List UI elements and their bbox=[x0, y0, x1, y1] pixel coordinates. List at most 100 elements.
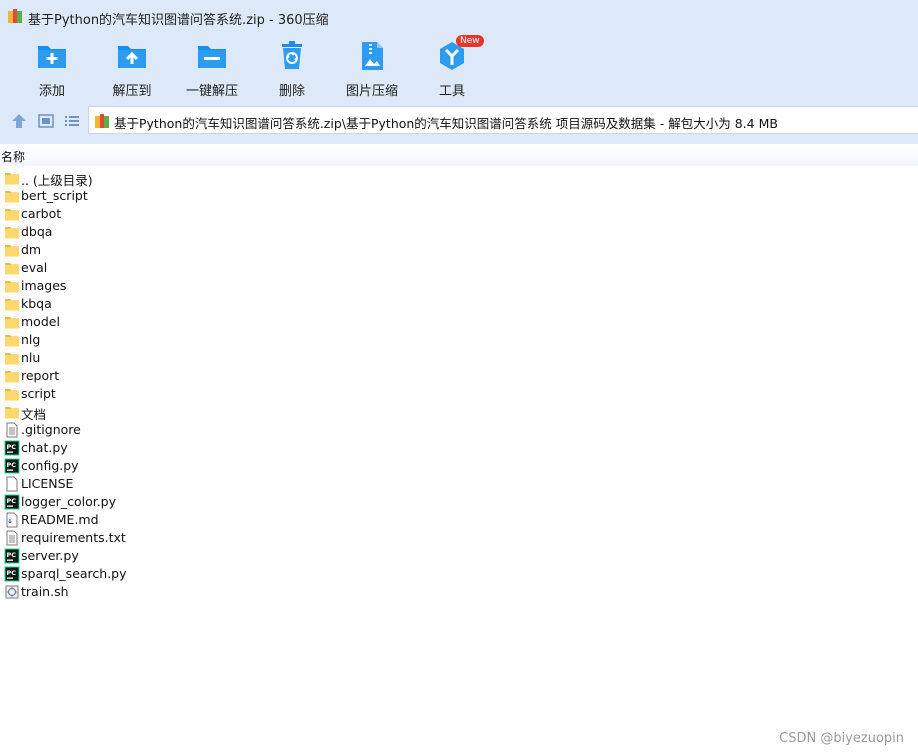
file-name: kbqa bbox=[21, 296, 52, 311]
list-item[interactable]: dm bbox=[0, 241, 918, 259]
list-item[interactable]: .gitignore bbox=[0, 421, 918, 439]
file-name: bert_script bbox=[21, 188, 88, 203]
list-item[interactable]: report bbox=[0, 367, 918, 385]
toolbar: 添加 解压到 一键解压 删除 图片压缩 New 工具 bbox=[0, 34, 918, 100]
up-arrow-icon[interactable] bbox=[10, 112, 28, 130]
list-item[interactable]: PC logger_color.py bbox=[0, 493, 918, 511]
list-item[interactable]: kbqa bbox=[0, 295, 918, 313]
file-name: dbqa bbox=[21, 224, 53, 239]
list-item[interactable]: README.md bbox=[0, 511, 918, 529]
list-item[interactable]: eval bbox=[0, 259, 918, 277]
list-item[interactable]: images bbox=[0, 277, 918, 295]
list-item[interactable]: script bbox=[0, 385, 918, 403]
file-name: sparql_search.py bbox=[21, 566, 127, 581]
new-badge: New bbox=[456, 35, 484, 47]
file-name: train.sh bbox=[21, 584, 69, 599]
file-name: report bbox=[21, 368, 60, 383]
list-item[interactable]: nlg bbox=[0, 331, 918, 349]
file-name: dm bbox=[21, 242, 42, 257]
list-item[interactable]: model bbox=[0, 313, 918, 331]
markdown-file-icon bbox=[6, 512, 18, 528]
python-file-icon: PC bbox=[4, 494, 20, 510]
tools-button[interactable]: New 工具 bbox=[412, 35, 492, 99]
svg-text:PC: PC bbox=[7, 461, 17, 469]
python-file-icon: PC bbox=[4, 458, 20, 474]
one-click-extract-icon bbox=[198, 46, 226, 68]
file-name: server.py bbox=[21, 548, 79, 563]
folder-icon bbox=[5, 299, 19, 311]
list-view-icon[interactable] bbox=[63, 112, 81, 130]
tools-label: 工具 bbox=[438, 84, 465, 99]
list-item[interactable]: PC sparql_search.py bbox=[0, 565, 918, 583]
list-item[interactable]: 文档 bbox=[0, 403, 918, 422]
file-name: requirements.txt bbox=[21, 530, 126, 545]
python-file-icon: PC bbox=[4, 548, 20, 564]
file-name: model bbox=[21, 314, 60, 329]
folder-icon bbox=[5, 209, 19, 221]
delete-button[interactable]: 删除 bbox=[252, 38, 332, 99]
folder-icon bbox=[5, 245, 19, 257]
file-name: images bbox=[21, 278, 67, 293]
folder-icon bbox=[5, 227, 19, 239]
text-file-icon bbox=[6, 422, 18, 438]
file-name: .gitignore bbox=[21, 422, 81, 437]
list-item[interactable]: carbot bbox=[0, 205, 918, 223]
extract-to-icon bbox=[118, 46, 146, 68]
svg-text:PC: PC bbox=[7, 497, 17, 505]
folder-icon bbox=[5, 335, 19, 347]
file-list: .. (上级目录) bert_scriptcarbot dbqa dm eval imag… bbox=[0, 169, 918, 601]
one-click-extract-button[interactable]: 一键解压 bbox=[172, 38, 252, 99]
folder-icon bbox=[5, 317, 19, 329]
list-item[interactable]: .. (上级目录) bbox=[0, 169, 918, 188]
python-file-icon: PC bbox=[4, 440, 20, 456]
list-item[interactable]: LICENSE bbox=[0, 475, 918, 493]
shell-script-icon bbox=[5, 585, 19, 599]
image-compress-button[interactable]: 图片压缩 bbox=[332, 38, 412, 99]
list-item[interactable]: PC chat.py bbox=[0, 439, 918, 457]
file-name: README.md bbox=[21, 512, 99, 527]
delete-label: 删除 bbox=[278, 84, 305, 99]
list-item[interactable]: nlu bbox=[0, 349, 918, 367]
zip-file-icon bbox=[95, 114, 109, 128]
name-column-header[interactable]: 名称 bbox=[1, 148, 25, 165]
list-item[interactable]: PC config.py bbox=[0, 457, 918, 475]
extract-to-label: 解压到 bbox=[112, 84, 152, 99]
file-name: chat.py bbox=[21, 440, 68, 455]
list-item[interactable]: bert_script bbox=[0, 187, 918, 205]
address-bar[interactable]: 基于Python的汽车知识图谱问答系统.zip\基于Python的汽车知识图谱问… bbox=[88, 106, 918, 134]
one-click-extract-label: 一键解压 bbox=[185, 84, 238, 99]
title-bar: 基于Python的汽车知识图谱问答系统.zip - 360压缩 bbox=[0, 0, 918, 34]
list-item[interactable]: train.sh bbox=[0, 583, 918, 601]
svg-text:PC: PC bbox=[7, 569, 17, 577]
zip-app-icon bbox=[8, 9, 22, 23]
svg-text:PC: PC bbox=[7, 551, 17, 559]
image-compress-icon bbox=[362, 42, 383, 70]
blank-file-icon bbox=[6, 476, 18, 492]
list-item[interactable]: PC server.py bbox=[0, 547, 918, 565]
list-item[interactable]: requirements.txt bbox=[0, 529, 918, 547]
text-file-icon bbox=[6, 530, 18, 546]
folder-icon bbox=[5, 371, 19, 383]
file-name: LICENSE bbox=[21, 476, 74, 491]
folder-icon bbox=[5, 389, 19, 401]
file-name: nlu bbox=[21, 350, 41, 365]
extract-to-button[interactable]: 解压到 bbox=[92, 38, 172, 99]
file-name: carbot bbox=[21, 206, 62, 221]
address-path: 基于Python的汽车知识图谱问答系统.zip\基于Python的汽车知识图谱问… bbox=[114, 116, 778, 131]
list-item[interactable]: dbqa bbox=[0, 223, 918, 241]
watermark: CSDN @biyezuopin bbox=[779, 731, 904, 746]
list-header: 名称 bbox=[0, 144, 918, 166]
add-button[interactable]: 添加 bbox=[12, 38, 92, 99]
add-icon bbox=[38, 46, 66, 68]
python-file-icon: PC bbox=[4, 566, 20, 582]
folder-icon bbox=[5, 353, 19, 365]
image-compress-label: 图片压缩 bbox=[345, 84, 398, 99]
folder-icon bbox=[5, 263, 19, 275]
file-name: logger_color.py bbox=[21, 494, 117, 509]
folder-icon bbox=[5, 173, 19, 185]
file-name: nlg bbox=[21, 332, 41, 347]
delete-icon bbox=[282, 41, 302, 69]
folder-icon bbox=[5, 191, 19, 203]
add-label: 添加 bbox=[38, 84, 65, 99]
thumbnail-view-icon[interactable] bbox=[37, 112, 55, 130]
